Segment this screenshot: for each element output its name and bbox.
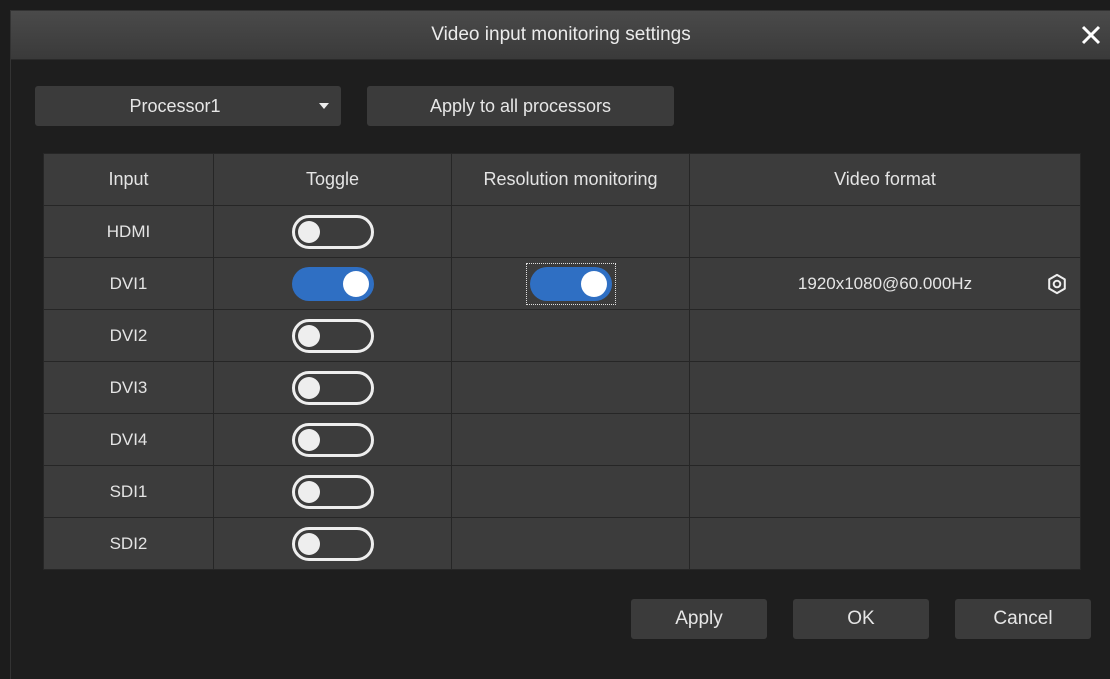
- table-row: DVI1 1920x1080@60.000Hz: [43, 257, 1081, 310]
- table-row: DVI2: [43, 309, 1081, 362]
- column-header-input: Input: [43, 153, 214, 206]
- table-row: DVI4: [43, 413, 1081, 466]
- video-format-value: 1920x1080@60.000Hz: [797, 274, 973, 293]
- resolution-monitoring-toggle[interactable]: [529, 266, 612, 301]
- video-format-cell: [689, 465, 1081, 518]
- toggle-knob: [297, 376, 320, 399]
- resolution-monitoring-cell: [451, 517, 690, 570]
- gear-icon[interactable]: [1046, 273, 1068, 295]
- toggle-knob: [342, 270, 369, 297]
- video-format-cell: [689, 361, 1081, 414]
- toggle-knob: [297, 480, 320, 503]
- ok-button[interactable]: OK: [793, 599, 929, 639]
- toggle-cell: [213, 413, 452, 466]
- toggle-knob: [297, 532, 320, 555]
- input-name-cell: DVI1: [43, 257, 214, 310]
- table-row: DVI3: [43, 361, 1081, 414]
- input-enable-toggle[interactable]: [291, 370, 374, 405]
- video-format-cell: [689, 309, 1081, 362]
- video-format-cell: 1920x1080@60.000Hz: [689, 257, 1081, 310]
- processor-select[interactable]: Processor1: [35, 86, 341, 126]
- column-header-resolution-monitoring: Resolution monitoring: [451, 153, 690, 206]
- table-header-row: Input Toggle Resolution monitoring Video…: [43, 153, 1081, 206]
- table-row: SDI1: [43, 465, 1081, 518]
- toggle-knob: [580, 270, 607, 297]
- input-name-cell: DVI3: [43, 361, 214, 414]
- close-icon: [1081, 25, 1101, 45]
- input-enable-toggle[interactable]: [291, 526, 374, 561]
- resolution-monitoring-cell: [451, 413, 690, 466]
- apply-to-all-processors-button[interactable]: Apply to all processors: [367, 86, 674, 126]
- input-enable-toggle[interactable]: [291, 474, 374, 509]
- table-row: SDI2: [43, 517, 1081, 570]
- input-enable-toggle[interactable]: [291, 422, 374, 457]
- toggle-cell: [213, 517, 452, 570]
- apply-button[interactable]: Apply: [631, 599, 767, 639]
- toggle-cell: [213, 465, 452, 518]
- focus-outline: [525, 262, 616, 305]
- toggle-cell: [213, 361, 452, 414]
- input-name-cell: SDI2: [43, 517, 214, 570]
- input-enable-toggle[interactable]: [291, 266, 374, 301]
- close-button[interactable]: [1077, 21, 1105, 49]
- resolution-monitoring-cell: [451, 361, 690, 414]
- dialog-title: Video input monitoring settings: [431, 24, 691, 45]
- input-monitoring-table: Input Toggle Resolution monitoring Video…: [43, 153, 1081, 570]
- toggle-knob: [297, 220, 320, 243]
- processor-select-value: Processor1: [129, 96, 221, 116]
- column-header-toggle: Toggle: [213, 153, 452, 206]
- video-format-cell: [689, 517, 1081, 570]
- input-name-cell: DVI4: [43, 413, 214, 466]
- input-name-cell: DVI2: [43, 309, 214, 362]
- resolution-monitoring-cell: [451, 257, 690, 310]
- input-name-cell: HDMI: [43, 205, 214, 258]
- toggle-cell: [213, 257, 452, 310]
- chevron-down-icon: [319, 103, 329, 109]
- input-enable-toggle[interactable]: [291, 214, 374, 249]
- column-header-video-format: Video format: [689, 153, 1081, 206]
- toggle-knob: [297, 428, 320, 451]
- toggle-cell: [213, 309, 452, 362]
- cancel-button[interactable]: Cancel: [955, 599, 1091, 639]
- resolution-monitoring-cell: [451, 465, 690, 518]
- title-bar: Video input monitoring settings: [11, 11, 1110, 60]
- table-row: HDMI: [43, 205, 1081, 258]
- toggle-knob: [297, 324, 320, 347]
- input-enable-toggle[interactable]: [291, 318, 374, 353]
- video-format-cell: [689, 413, 1081, 466]
- toggle-cell: [213, 205, 452, 258]
- input-name-cell: SDI1: [43, 465, 214, 518]
- dialog-window: Video input monitoring settings Processo…: [10, 10, 1110, 679]
- resolution-monitoring-cell: [451, 309, 690, 362]
- resolution-monitoring-cell: [451, 205, 690, 258]
- video-format-cell: [689, 205, 1081, 258]
